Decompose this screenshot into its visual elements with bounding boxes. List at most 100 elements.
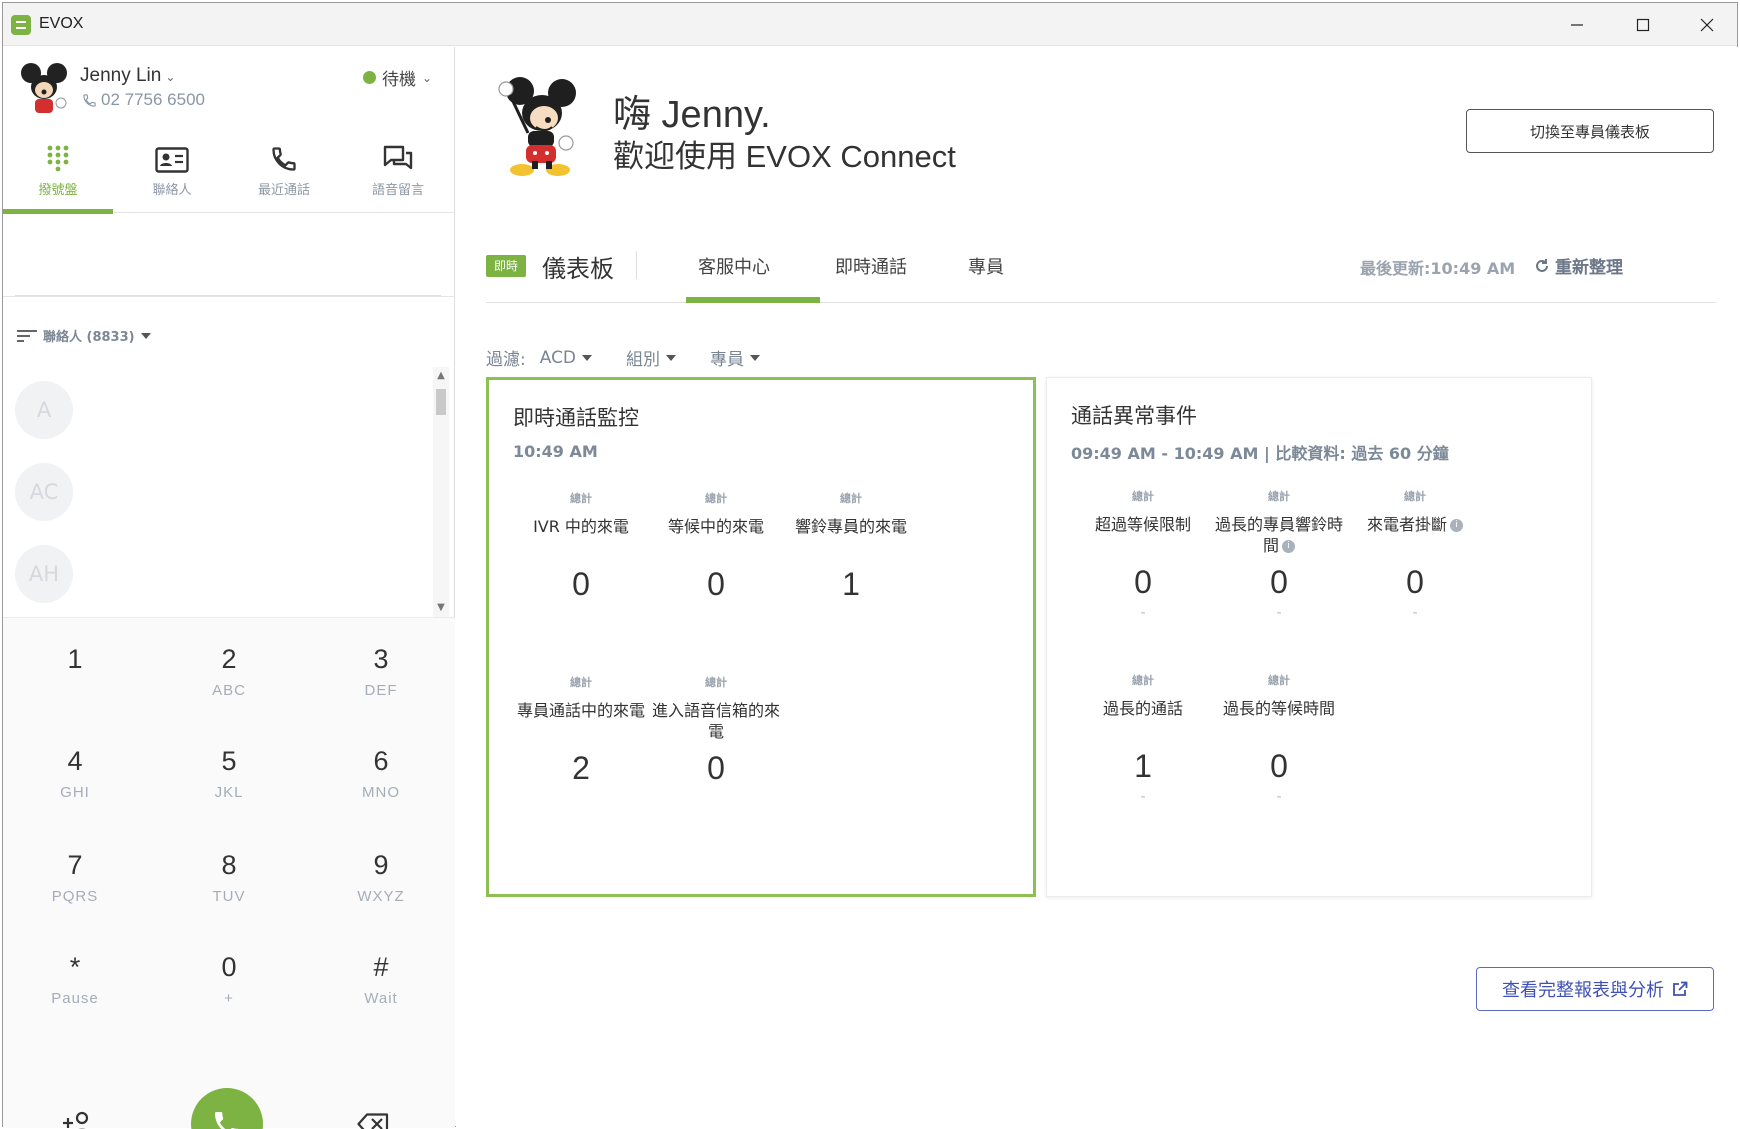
metric-ringing-calls[interactable]: 總計 響鈴專員的來電 1 (781, 490, 921, 603)
dial-key-1[interactable]: 1 (15, 644, 135, 728)
metric-long-wait-time[interactable]: 總計 過長的等候時間 0 - (1209, 672, 1349, 805)
call-button[interactable] (191, 1088, 263, 1129)
dial-key-5[interactable]: 5 JKL (169, 746, 289, 830)
metric-trend: - (1140, 789, 1146, 805)
close-button[interactable] (1675, 3, 1739, 46)
metric-ivr-calls[interactable]: 總計 IVR 中的來電 0 (511, 490, 651, 603)
dial-key-2[interactable]: 2 ABC (169, 644, 289, 728)
dial-key-star[interactable]: * Pause (15, 952, 135, 1036)
metric-exceed-wait-limit[interactable]: 總計 超過等候限制 0 - (1073, 488, 1213, 621)
caret-down-icon (140, 332, 151, 339)
filter-acd-label: ACD (539, 347, 577, 368)
nav-label-voicemail: 語音留言 (371, 183, 424, 198)
nav-dialpad[interactable]: 撥號盤 (3, 135, 113, 214)
add-contact-button[interactable] (49, 1094, 109, 1129)
left-panel: Jenny Lin ⌄ 02 7756 6500 待機 ⌄ 撥號盤 聯絡人 最近… (3, 47, 455, 1129)
dial-key-hash[interactable]: # Wait (321, 952, 441, 1036)
tab-agents[interactable]: 專員 (968, 253, 1004, 279)
metric-caller-abandon[interactable]: 總計 來電者掛斷 i 0 - (1345, 488, 1485, 621)
metric-trend: - (1276, 789, 1282, 805)
nav-voicemail[interactable]: 語音留言 (343, 135, 453, 213)
dial-key-6[interactable]: 6 MNO (321, 746, 441, 830)
minimize-button[interactable] (1545, 3, 1609, 46)
nav-recent-calls[interactable]: 最近通話 (229, 135, 339, 213)
key-letters: MNO (362, 784, 400, 801)
scroll-thumb[interactable] (436, 389, 446, 415)
nav-label-recent: 最近通話 (257, 183, 310, 198)
metric-total-label: 總計 (1132, 490, 1154, 503)
title-bar: EVOX (3, 3, 1737, 46)
key-letters: TUV (212, 888, 246, 905)
avatar[interactable] (15, 59, 73, 117)
backspace-button[interactable] (343, 1094, 403, 1129)
main-content: 嗨 Jenny. 歡迎使用 EVOX Connect 切換至專員儀表板 即時 儀… (456, 47, 1739, 1128)
key-letters: PQRS (51, 888, 99, 905)
metric-name-text: 過長的等候時間 (1222, 699, 1335, 718)
list-item[interactable]: A (15, 381, 73, 439)
refresh-icon (1536, 258, 1548, 272)
metric-total-label: 總計 (705, 492, 727, 505)
info-icon[interactable]: i (1282, 540, 1295, 553)
metric-value: 0 (1270, 564, 1288, 600)
contacts-filter[interactable]: 聯絡人 (8833) (17, 326, 151, 345)
phone-call-icon (215, 1112, 239, 1129)
status-selector[interactable]: 待機 ⌄ (363, 65, 432, 90)
dashboard-tabs: 即時 儀表板 客服中心 即時通話 專員 最後更新:10:49 AM 重新整理 (486, 247, 1716, 303)
list-item[interactable]: AH (15, 545, 73, 603)
metric-voicemail-calls[interactable]: 總計 進入語音信箱的來電 0 (646, 674, 786, 787)
filter-acd[interactable]: ACD (539, 347, 593, 368)
list-item[interactable]: AC (15, 463, 73, 521)
voicemail-chat-icon (383, 145, 413, 170)
caret-down-icon (666, 354, 677, 361)
metric-trend: - (1276, 605, 1282, 621)
metric-total-label: 總計 (1268, 490, 1290, 503)
metric-name-text: 過長的通話 (1102, 699, 1183, 718)
dial-key-4[interactable]: 4 GHI (15, 746, 135, 830)
status-label: 待機 (382, 70, 416, 90)
scroll-up-icon[interactable]: ▲ (433, 369, 449, 383)
close-icon (1700, 18, 1714, 31)
sort-lines-icon (17, 329, 37, 342)
info-icon[interactable]: i (1450, 519, 1463, 532)
scroll-down-icon[interactable]: ▼ (433, 601, 449, 615)
user-name[interactable]: Jenny Lin ⌄ (80, 65, 175, 87)
key-letters: GHI (60, 784, 90, 801)
filter-agent[interactable]: 專員 (710, 345, 761, 370)
key-letters: Wait (364, 990, 398, 1007)
metric-long-calls[interactable]: 總計 過長的通話 1 - (1073, 672, 1213, 805)
greeting: 嗨 Jenny. (613, 94, 771, 136)
metric-waiting-calls[interactable]: 總計 等候中的來電 0 (646, 490, 786, 603)
dial-key-0[interactable]: 0 + (169, 952, 289, 1036)
card-title: 通話異常事件 (1071, 404, 1197, 428)
contacts-scrollbar[interactable]: ▲ ▼ (433, 367, 449, 617)
call-anomaly-card[interactable]: 通話異常事件 09:49 AM - 10:49 AM | 比較資料: 過去 60… (1046, 377, 1592, 897)
caret-down-icon (750, 354, 761, 361)
refresh-button[interactable]: 重新整理 (1534, 253, 1623, 278)
live-call-monitor-card[interactable]: 即時通話監控 10:49 AM 總計 IVR 中的來電 0 總計 等候中的來電 … (486, 377, 1036, 897)
key-digit: 9 (373, 850, 389, 880)
metric-name: 來電者掛斷 i (1345, 514, 1485, 558)
full-report-link[interactable]: 查看完整報表與分析 (1476, 967, 1714, 1011)
dial-input-area[interactable] (3, 213, 455, 297)
key-digit: 0 (221, 952, 237, 982)
metric-value: 1 (842, 566, 860, 602)
switch-agent-dashboard-button[interactable]: 切換至專員儀表板 (1466, 109, 1714, 153)
dial-key-7[interactable]: 7 PQRS (15, 850, 135, 934)
tab-contact-center[interactable]: 客服中心 (698, 253, 770, 279)
app-name: EVOX (39, 15, 84, 32)
metric-long-ring-time[interactable]: 總計 過長的專員響鈴時間 i 0 - (1209, 488, 1349, 621)
filter-group[interactable]: 組別 (626, 345, 677, 370)
maximize-button[interactable] (1611, 3, 1675, 46)
dial-key-9[interactable]: 9 WXYZ (321, 850, 441, 934)
dial-key-3[interactable]: 3 DEF (321, 644, 441, 728)
metric-name-text: 過長的專員響鈴時間 (1214, 515, 1343, 555)
metric-trend: - (1140, 605, 1146, 621)
key-digit: # (373, 952, 389, 982)
tab-live-calls[interactable]: 即時通話 (835, 253, 907, 279)
nav-contacts[interactable]: 聯絡人 (117, 135, 227, 213)
filter-label: 過濾: (486, 350, 526, 370)
dial-key-8[interactable]: 8 TUV (169, 850, 289, 934)
metric-name: IVR 中的來電 (533, 517, 629, 536)
metric-agent-talking-calls[interactable]: 總計 專員通話中的來電 2 (511, 674, 651, 787)
chevron-down-icon: ⌄ (422, 70, 433, 85)
